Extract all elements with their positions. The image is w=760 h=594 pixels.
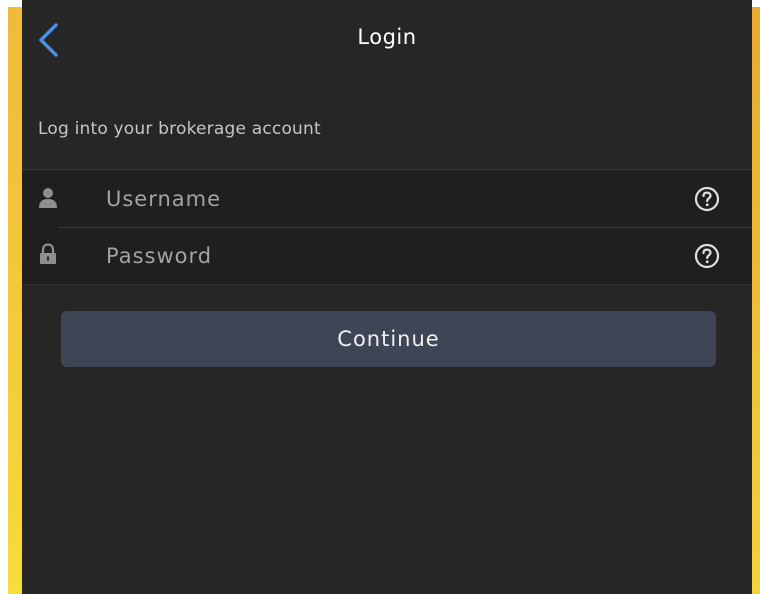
page-title: Login xyxy=(357,25,417,49)
username-row[interactable] xyxy=(22,170,752,227)
person-icon xyxy=(38,187,58,209)
form-subtitle: Log into your brokerage account xyxy=(38,119,321,139)
question-circle-icon[interactable] xyxy=(694,186,720,212)
app-frame: Login Log into your brokerage account Us… xyxy=(0,0,760,594)
password-row[interactable] xyxy=(22,227,752,284)
login-form-fields xyxy=(22,169,752,285)
password-input[interactable] xyxy=(106,239,666,273)
continue-button[interactable]: Continue xyxy=(61,311,716,367)
frame-border-right xyxy=(752,7,760,594)
question-circle-icon[interactable] xyxy=(694,243,720,269)
username-input[interactable] xyxy=(106,182,666,216)
login-screen: Login Log into your brokerage account Us… xyxy=(22,0,752,594)
lock-icon xyxy=(38,243,58,265)
frame-border-left xyxy=(8,7,22,594)
navbar: Login xyxy=(22,0,752,80)
